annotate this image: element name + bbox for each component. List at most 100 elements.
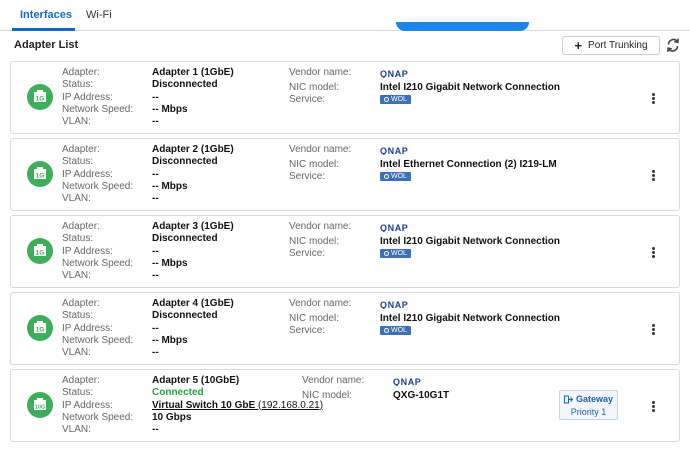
nic-model-value: Intel I210 Gigabit Network Connection — [380, 236, 561, 247]
svg-text:QNAP: QNAP — [393, 377, 421, 386]
gateway-badge[interactable]: Gateway Priority 1 — [559, 390, 618, 420]
port-trunking-label: Port Trunking — [588, 40, 648, 51]
network-adapter-icon: 10G — [27, 392, 53, 418]
qnap-logo: QNAP — [380, 69, 408, 78]
adapter-name: Adapter 3 (1GbE) — [152, 221, 234, 232]
nic-model-value: QXG-10G1T — [393, 390, 450, 401]
tab-wifi[interactable]: Wi-Fi — [86, 9, 112, 21]
kebab-menu-icon[interactable] — [649, 400, 657, 414]
adapter-label: Adapter: — [62, 221, 100, 232]
vlan-value: -- — [152, 424, 159, 436]
service-label: Service: — [289, 248, 326, 259]
svg-text:QNAP: QNAP — [380, 69, 408, 78]
network-speed-value: 10 Gbps — [152, 411, 192, 423]
adapter-name: Adapter 2 (1GbE) — [152, 144, 234, 155]
adapter-status: Disconnected — [152, 310, 218, 322]
svg-text:QNAP: QNAP — [380, 146, 408, 155]
refresh-icon[interactable] — [665, 36, 681, 54]
adapter-card[interactable]: 10G Adapter: Status: IP Address: Network Spe… — [10, 369, 680, 442]
ip-address-link[interactable]: Virtual Switch 10 GbE (192.168.0.21) — [152, 400, 323, 412]
vlan-value: -- — [152, 270, 159, 282]
ip-address-label: IP Address: — [62, 91, 113, 103]
adapter-label: Adapter: — [62, 144, 100, 155]
svg-text:1G: 1G — [36, 250, 45, 257]
service-label: Service: — [289, 325, 326, 336]
kebab-menu-icon[interactable] — [649, 323, 657, 337]
network-speed-label: Network Speed: — [62, 103, 134, 115]
adapter-list-title: Adapter List — [14, 39, 79, 51]
svg-text:QNAP: QNAP — [380, 223, 408, 232]
network-speed-label: Network Speed: — [62, 257, 134, 269]
wol-badge: WOL — [380, 95, 411, 104]
vendor-name-label: Vendor name: — [302, 375, 365, 386]
kebab-menu-icon[interactable] — [649, 92, 657, 106]
ip-address-value: -- — [152, 322, 159, 334]
adapter-name: Adapter 1 (1GbE) — [152, 67, 234, 78]
ip-address-value: -- — [152, 245, 159, 257]
ip-address-label: IP Address: — [62, 399, 113, 411]
wol-label: WOL — [391, 96, 407, 103]
network-speed-label: Network Speed: — [62, 411, 134, 423]
vlan-value: -- — [152, 116, 159, 128]
nic-model-value: Intel I210 Gigabit Network Connection — [380, 313, 561, 324]
active-tab-indicator — [12, 28, 75, 31]
adapter-label: Adapter: — [62, 298, 100, 309]
svg-text:10G: 10G — [35, 405, 45, 411]
adapter-status: Connected — [152, 387, 204, 399]
vlan-value: -- — [152, 347, 159, 359]
adapter-status: Disconnected — [152, 79, 218, 91]
kebab-menu-icon[interactable] — [649, 246, 657, 260]
network-speed-value: -- Mbps — [152, 257, 188, 269]
qnap-logo: QNAP — [380, 146, 408, 155]
vlan-label: VLAN: — [62, 347, 91, 359]
ip-address-label: IP Address: — [62, 245, 113, 257]
gateway-priority: Priority 1 — [570, 407, 607, 417]
adapter-status: Disconnected — [152, 233, 218, 245]
adapter-card[interactable]: 1G Adapter: Status: IP Address: Network Spee… — [10, 61, 680, 134]
gateway-icon — [563, 395, 573, 403]
wol-badge: WOL — [380, 249, 411, 258]
nic-model-label: NIC model: — [289, 159, 340, 170]
adapter-card[interactable]: 1G Adapter: Status: IP Address: Network Spee… — [10, 215, 680, 288]
vlan-label: VLAN: — [62, 424, 91, 436]
power-icon — [384, 251, 389, 256]
network-adapter-icon: 1G — [27, 315, 53, 341]
adapter-name: Adapter 5 (10GbE) — [152, 375, 240, 386]
nic-model-value: Intel I210 Gigabit Network Connection — [380, 82, 561, 93]
tab-interfaces[interactable]: Interfaces — [20, 9, 72, 21]
wol-label: WOL — [391, 327, 407, 334]
service-label: Service: — [289, 94, 326, 105]
ip-address-value: -- — [152, 168, 159, 180]
adapter-card[interactable]: 1G Adapter: Status: IP Address: Network Spee… — [10, 138, 680, 211]
vendor-name-label: Vendor name: — [289, 67, 352, 78]
power-icon — [384, 328, 389, 333]
qnap-logo: QNAP — [380, 223, 408, 232]
network-speed-label: Network Speed: — [62, 334, 134, 346]
nic-model-label: NIC model: — [289, 313, 340, 324]
vlan-label: VLAN: — [62, 116, 91, 128]
wol-label: WOL — [391, 250, 407, 257]
power-icon — [384, 174, 389, 179]
nic-model-label: NIC model: — [289, 236, 340, 247]
ip-address-label: IP Address: — [62, 322, 113, 334]
power-icon — [384, 97, 389, 102]
virtual-switch-name: Virtual Switch 10 GbE — [152, 399, 256, 411]
svg-text:1G: 1G — [36, 173, 45, 180]
port-trunking-button[interactable]: + Port Trunking — [562, 36, 660, 55]
vendor-name-label: Vendor name: — [289, 144, 352, 155]
ip-address-value: -- — [152, 91, 159, 103]
svg-text:1G: 1G — [36, 96, 45, 103]
nic-model-label: NIC model: — [302, 390, 353, 401]
network-adapter-icon: 1G — [27, 238, 53, 264]
status-label: Status: — [62, 233, 94, 245]
vlan-label: VLAN: — [62, 193, 91, 205]
adapter-card[interactable]: 1G Adapter: Status: IP Address: Network Spee… — [10, 292, 680, 365]
top-accent-bar — [396, 22, 529, 31]
gateway-label: Gateway — [575, 394, 614, 404]
network-speed-value: -- Mbps — [152, 103, 188, 115]
adapter-label: Adapter: — [62, 67, 100, 78]
wol-badge: WOL — [380, 172, 411, 181]
network-adapter-icon: 1G — [27, 161, 53, 187]
vlan-value: -- — [152, 193, 159, 205]
kebab-menu-icon[interactable] — [649, 169, 657, 183]
